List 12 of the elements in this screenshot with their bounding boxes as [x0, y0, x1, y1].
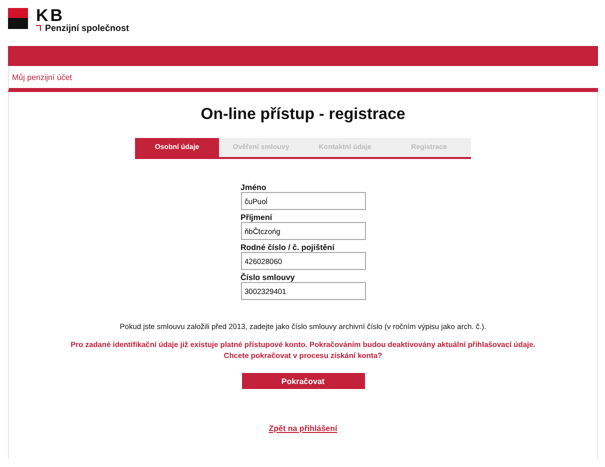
logo-icon: [8, 8, 28, 29]
logo-brand: KB: [36, 8, 65, 23]
page-title: On-line přístup - registrace: [200, 106, 406, 124]
field-label: Číslo smlouvy: [240, 273, 296, 282]
corner-icon: [36, 25, 41, 31]
logo-subtitle: Penzijní společnost: [45, 23, 130, 33]
field-label: Příjmení: [240, 213, 274, 222]
field-label: Rodné číslo / č. pojištění: [240, 243, 336, 252]
account-link[interactable]: Můj penzijní účet: [12, 72, 72, 82]
continue-button[interactable]: Pokračovat: [242, 373, 364, 389]
field-label: Jméno: [240, 183, 268, 192]
back-link[interactable]: Zpět na přihlášení: [268, 424, 338, 433]
